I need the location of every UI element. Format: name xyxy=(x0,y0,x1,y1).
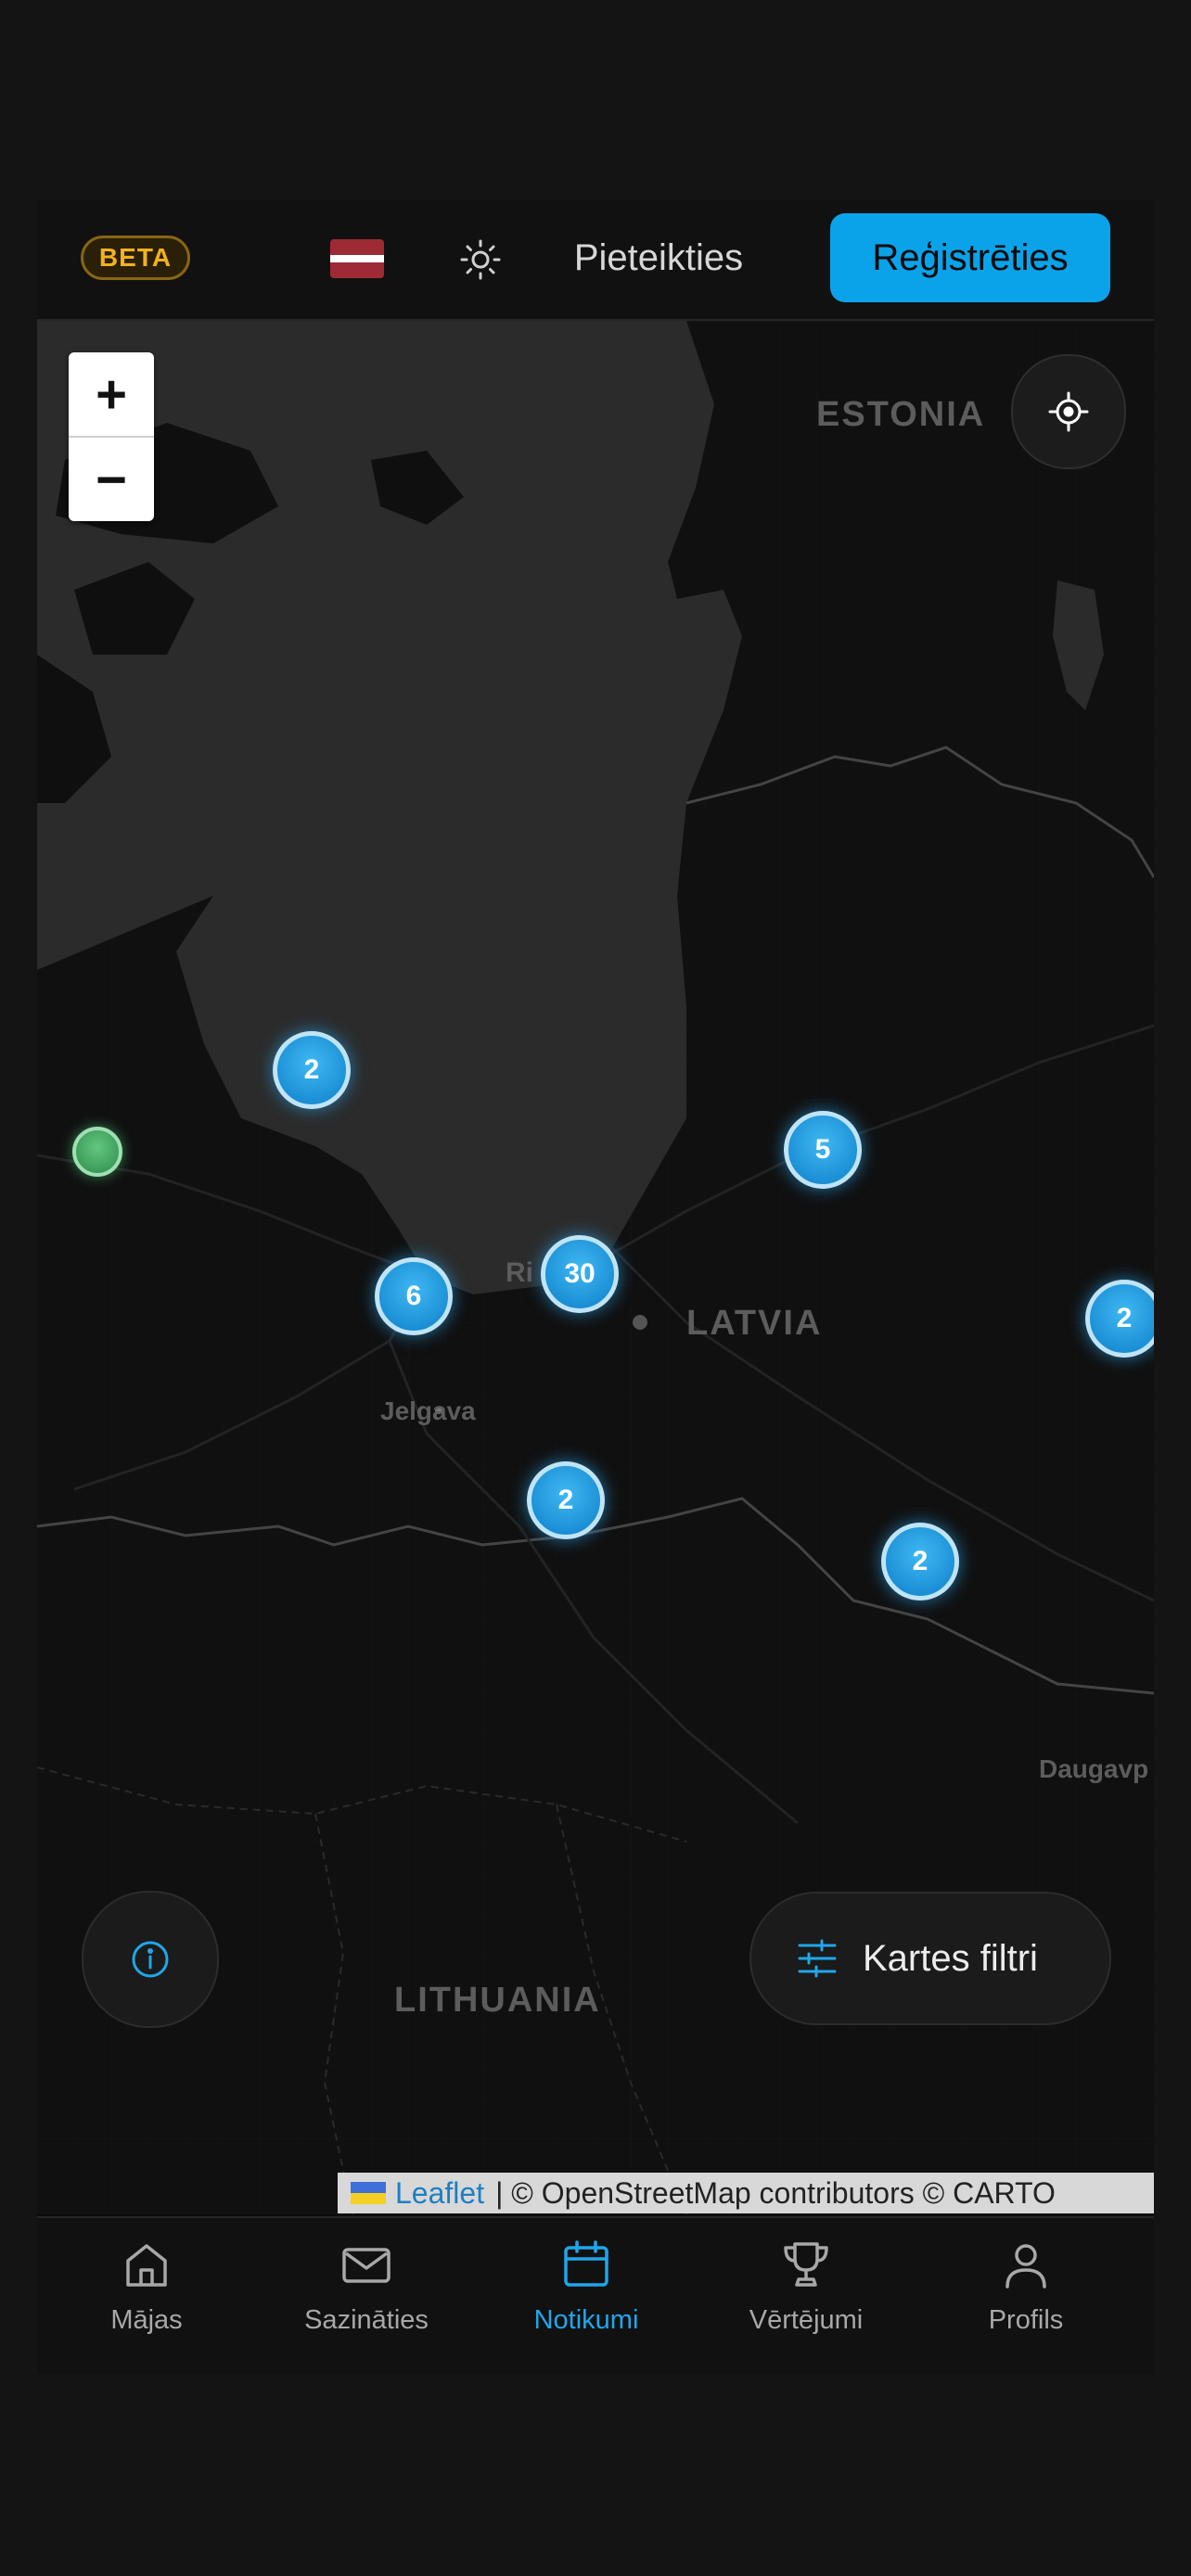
nav-item-ratings[interactable]: Vērtējumi xyxy=(697,2237,916,2357)
crosshair-icon xyxy=(1048,391,1089,432)
event-marker[interactable] xyxy=(72,1127,122,1177)
trophy-icon xyxy=(784,2242,828,2287)
nav-item-profile[interactable]: Profils xyxy=(916,2237,1135,2357)
cluster-marker[interactable]: 6 xyxy=(375,1257,453,1335)
nav-label: Sazināties xyxy=(304,2305,429,2335)
label-jelgava: Jelgava xyxy=(380,1396,476,1425)
beta-badge: BETA xyxy=(81,236,190,280)
nav-label: Mājas xyxy=(110,2305,183,2335)
cluster-marker[interactable]: 2 xyxy=(273,1031,351,1109)
label-lithuania: LITHUANIA xyxy=(394,1981,601,2020)
attribution-text: | © OpenStreetMap contributors © CARTO xyxy=(495,2175,1056,2210)
cluster-marker[interactable]: 2 xyxy=(1085,1280,1154,1358)
cluster-marker[interactable]: 2 xyxy=(881,1523,959,1600)
login-button[interactable]: Pieteikties xyxy=(557,228,761,287)
register-button[interactable]: Reģistrēties xyxy=(830,213,1110,302)
top-header: BETA Pieteikties Reģistrēties xyxy=(37,200,1154,321)
nav-label: Notikumi xyxy=(533,2305,639,2335)
leaflet-link[interactable]: Leaflet xyxy=(395,2176,484,2211)
app-frame: BETA Pieteikties Reģistrēties ESTONIA LA… xyxy=(37,200,1154,2374)
mail-icon xyxy=(342,2248,391,2283)
cluster-marker[interactable]: 5 xyxy=(784,1111,862,1189)
locate-button[interactable] xyxy=(1011,354,1126,469)
ukraine-flag-icon xyxy=(351,2182,386,2204)
nav-item-home[interactable]: Mājas xyxy=(37,2237,256,2357)
info-icon xyxy=(132,1941,169,1978)
map-view[interactable]: ESTONIA LATVIA LITHUANIA Jelgava Ri Daug… xyxy=(37,321,1154,2214)
nav-item-events[interactable]: Notikumi xyxy=(477,2237,696,2357)
cluster-marker[interactable]: 30 xyxy=(541,1235,619,1313)
zoom-in-button[interactable]: + xyxy=(69,352,154,438)
nav-label: Profils xyxy=(988,2305,1064,2335)
sun-icon[interactable] xyxy=(455,234,506,286)
bottom-navigation: Mājas Sazināties Notikumi Vērtējumi Prof… xyxy=(37,2216,1154,2374)
nav-label: Vērtējumi xyxy=(749,2305,864,2335)
calendar-icon xyxy=(564,2240,608,2287)
label-daugavpils: Daugavp xyxy=(1039,1754,1149,1783)
zoom-control: + − xyxy=(69,352,154,521)
label-estonia: ESTONIA xyxy=(816,395,986,434)
map-attribution: Leaflet | © OpenStreetMap contributors ©… xyxy=(338,2173,1154,2213)
nav-item-contact[interactable]: Sazināties xyxy=(257,2237,476,2357)
cluster-marker[interactable]: 2 xyxy=(527,1461,605,1539)
latvia-flag-icon[interactable] xyxy=(330,239,384,278)
map-filters-label: Kartes filtri xyxy=(863,1937,1038,1979)
user-icon xyxy=(1005,2244,1046,2289)
label-latvia: LATVIA xyxy=(686,1304,823,1343)
zoom-out-button[interactable]: − xyxy=(69,438,154,521)
home-icon xyxy=(126,2244,167,2287)
sliders-icon xyxy=(798,1939,837,1978)
map-filters-button[interactable]: Kartes filtri xyxy=(749,1892,1111,2025)
info-button[interactable] xyxy=(82,1891,219,2028)
label-riga: Ri xyxy=(506,1257,533,1288)
